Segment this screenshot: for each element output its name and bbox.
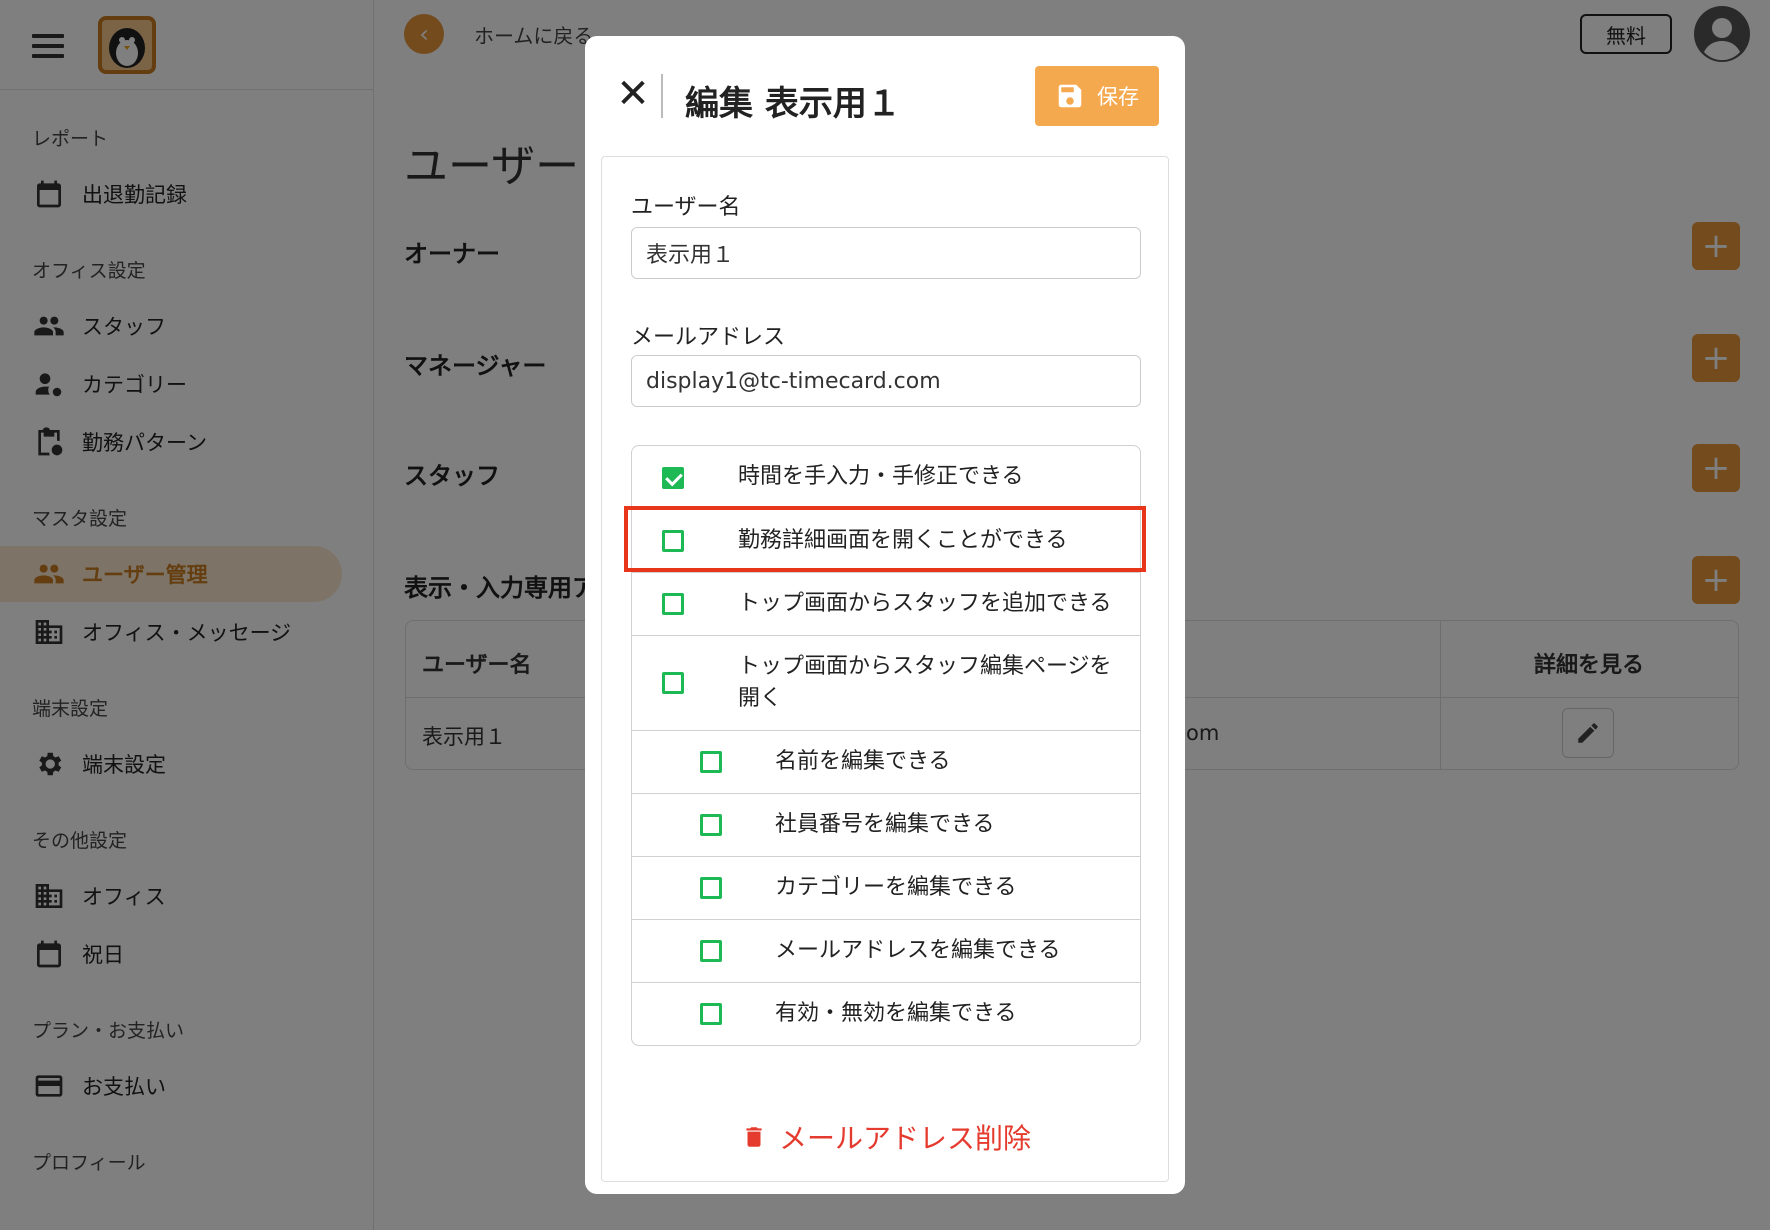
highlight-box <box>624 506 1146 572</box>
delete-email-label: メールアドレス削除 <box>778 1122 1031 1155</box>
permission-label: 時間を手入力・手修正できる <box>738 464 1024 489</box>
permission-row[interactable]: トップ画面からスタッフ編集ページを開く <box>632 636 1140 731</box>
permission-checkbox[interactable] <box>700 1003 722 1025</box>
save-button[interactable]: 保存 <box>1035 66 1159 126</box>
permission-label: トップ画面からスタッフ編集ページを開く <box>738 654 1112 711</box>
permission-row[interactable]: 時間を手入力・手修正できる <box>632 446 1140 510</box>
permission-checkbox[interactable] <box>700 940 722 962</box>
save-label: 保存 <box>1097 85 1139 109</box>
permission-checkbox[interactable] <box>662 467 684 489</box>
permission-checkbox[interactable] <box>700 814 722 836</box>
close-icon[interactable]: ✕ <box>615 71 651 117</box>
permission-label: 有効・無効を編集できる <box>775 1001 1017 1026</box>
permission-row[interactable]: メールアドレスを編集できる <box>632 920 1140 983</box>
permission-checkbox[interactable] <box>700 751 722 773</box>
permission-row[interactable]: トップ画面からスタッフを追加できる <box>632 573 1140 636</box>
modal-title: 編集 表示用１ <box>685 84 901 124</box>
edit-form: ユーザー名 表示用１ メールアドレス display1@tc-timecard.… <box>601 156 1169 1182</box>
username-label: ユーザー名 <box>631 195 741 220</box>
permission-label: トップ画面からスタッフを追加できる <box>738 591 1112 616</box>
username-field[interactable]: 表示用１ <box>631 227 1141 279</box>
email-field[interactable]: display1@tc-timecard.com <box>631 355 1141 407</box>
permission-row[interactable]: カテゴリーを編集できる <box>632 857 1140 920</box>
permission-label: カテゴリーを編集できる <box>775 875 1017 900</box>
permission-row[interactable]: 名前を編集できる <box>632 731 1140 794</box>
trash-icon <box>746 1127 762 1147</box>
delete-email-button[interactable]: メールアドレス削除 <box>602 1117 1170 1157</box>
permission-row[interactable]: 有効・無効を編集できる <box>632 983 1140 1045</box>
edit-user-modal: ✕ 編集 表示用１ 保存 ユーザー名 表示用１ メールアドレス display1… <box>585 36 1185 1194</box>
permission-checkbox[interactable] <box>700 877 722 899</box>
permission-checkbox[interactable] <box>662 672 684 694</box>
email-label: メールアドレス <box>631 325 786 350</box>
floppy-disk-icon <box>1058 84 1082 108</box>
permission-label: 社員番号を編集できる <box>775 812 995 837</box>
permission-label: メールアドレスを編集できる <box>775 938 1061 963</box>
header-divider <box>661 74 663 118</box>
permission-label: 名前を編集できる <box>775 749 951 774</box>
permission-row[interactable]: 社員番号を編集できる <box>632 794 1140 857</box>
permission-checkbox[interactable] <box>662 593 684 615</box>
